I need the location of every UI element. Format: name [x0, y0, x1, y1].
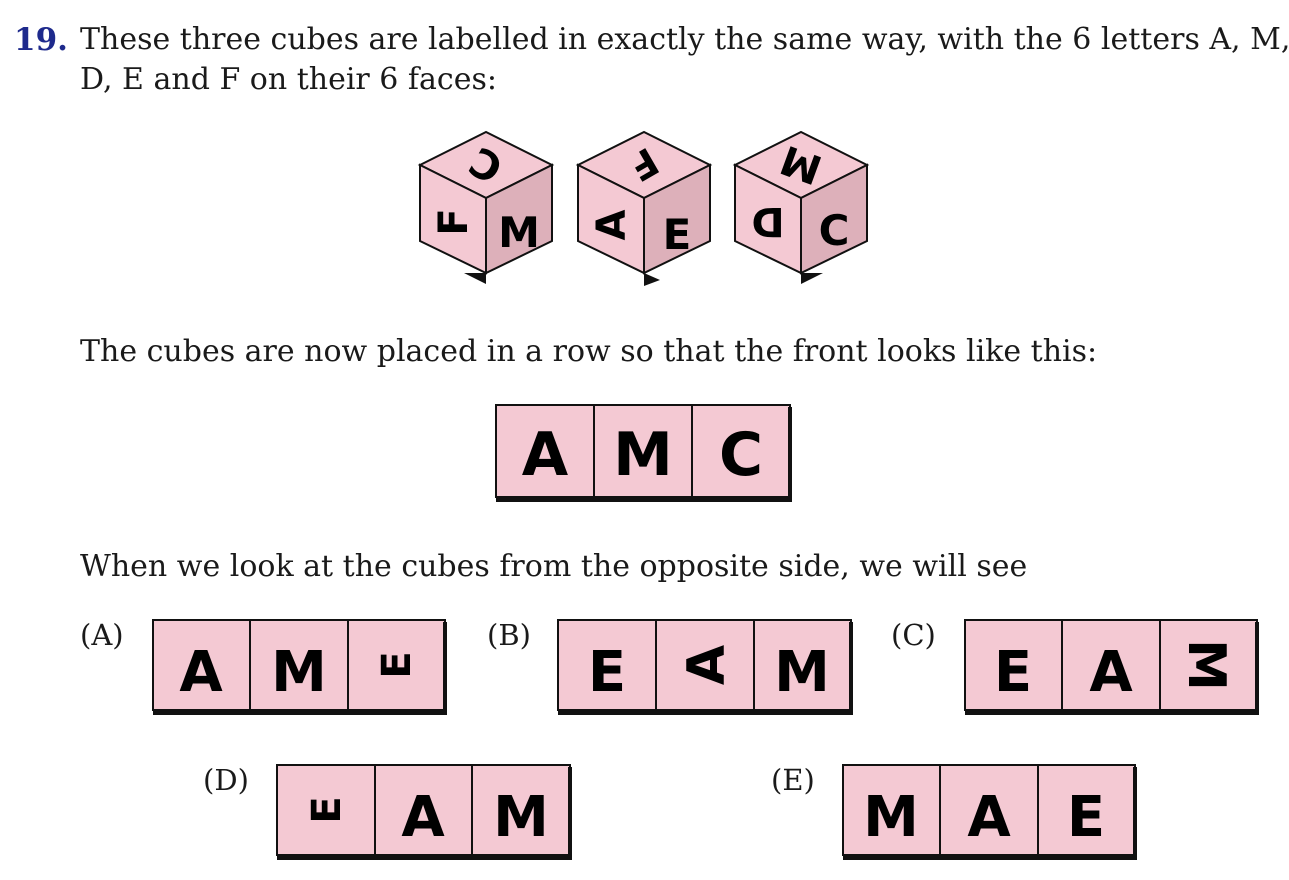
- option-c-letter-3: M: [1176, 639, 1236, 691]
- cube-2-right-letter: E: [663, 210, 692, 259]
- option-d-letter-1: E: [304, 796, 350, 823]
- option-e-tiles[interactable]: M A E: [842, 764, 1137, 860]
- option-e-letter-2: A: [967, 785, 1011, 850]
- option-b-letter-1: E: [588, 640, 626, 705]
- option-d-tiles[interactable]: E A M: [276, 764, 572, 860]
- front-tile-1-letter: A: [522, 420, 569, 490]
- option-e-letter-3: E: [1067, 785, 1105, 850]
- option-e-letter-1: M: [863, 785, 919, 850]
- option-a-letter-3: E: [374, 651, 420, 678]
- option-d-letter-3: M: [493, 785, 549, 850]
- figure-canvas: C F M F A E M D C A M C A M E E A M E A …: [152, 130, 1259, 860]
- cube-1: C F M: [417, 130, 555, 284]
- front-row: A M C: [495, 404, 792, 502]
- cube-1-right-letter: M: [498, 208, 540, 257]
- option-b-tiles[interactable]: E A M: [557, 619, 853, 715]
- option-b-letter-2: A: [677, 645, 737, 685]
- option-a-letter-1: A: [179, 640, 223, 705]
- option-a-letter-2: M: [271, 640, 327, 705]
- option-b-letter-3: M: [774, 640, 830, 705]
- cube-2-left-letter: A: [589, 209, 635, 240]
- front-tile-2-letter: M: [613, 420, 673, 490]
- option-c-letter-2: A: [1089, 640, 1133, 705]
- option-c-tiles[interactable]: E A M: [964, 619, 1259, 715]
- cube-2: F A E: [575, 130, 713, 286]
- cube-1-left-letter: F: [431, 208, 477, 235]
- option-a-tiles[interactable]: A M E: [152, 619, 447, 715]
- cube-3-left-letter: D: [751, 198, 784, 244]
- option-c-letter-1: E: [994, 640, 1032, 705]
- cube-3: M D C: [732, 130, 870, 284]
- front-tile-3-letter: C: [719, 420, 763, 490]
- option-d-letter-2: A: [401, 785, 445, 850]
- cube-3-right-letter: C: [819, 206, 850, 255]
